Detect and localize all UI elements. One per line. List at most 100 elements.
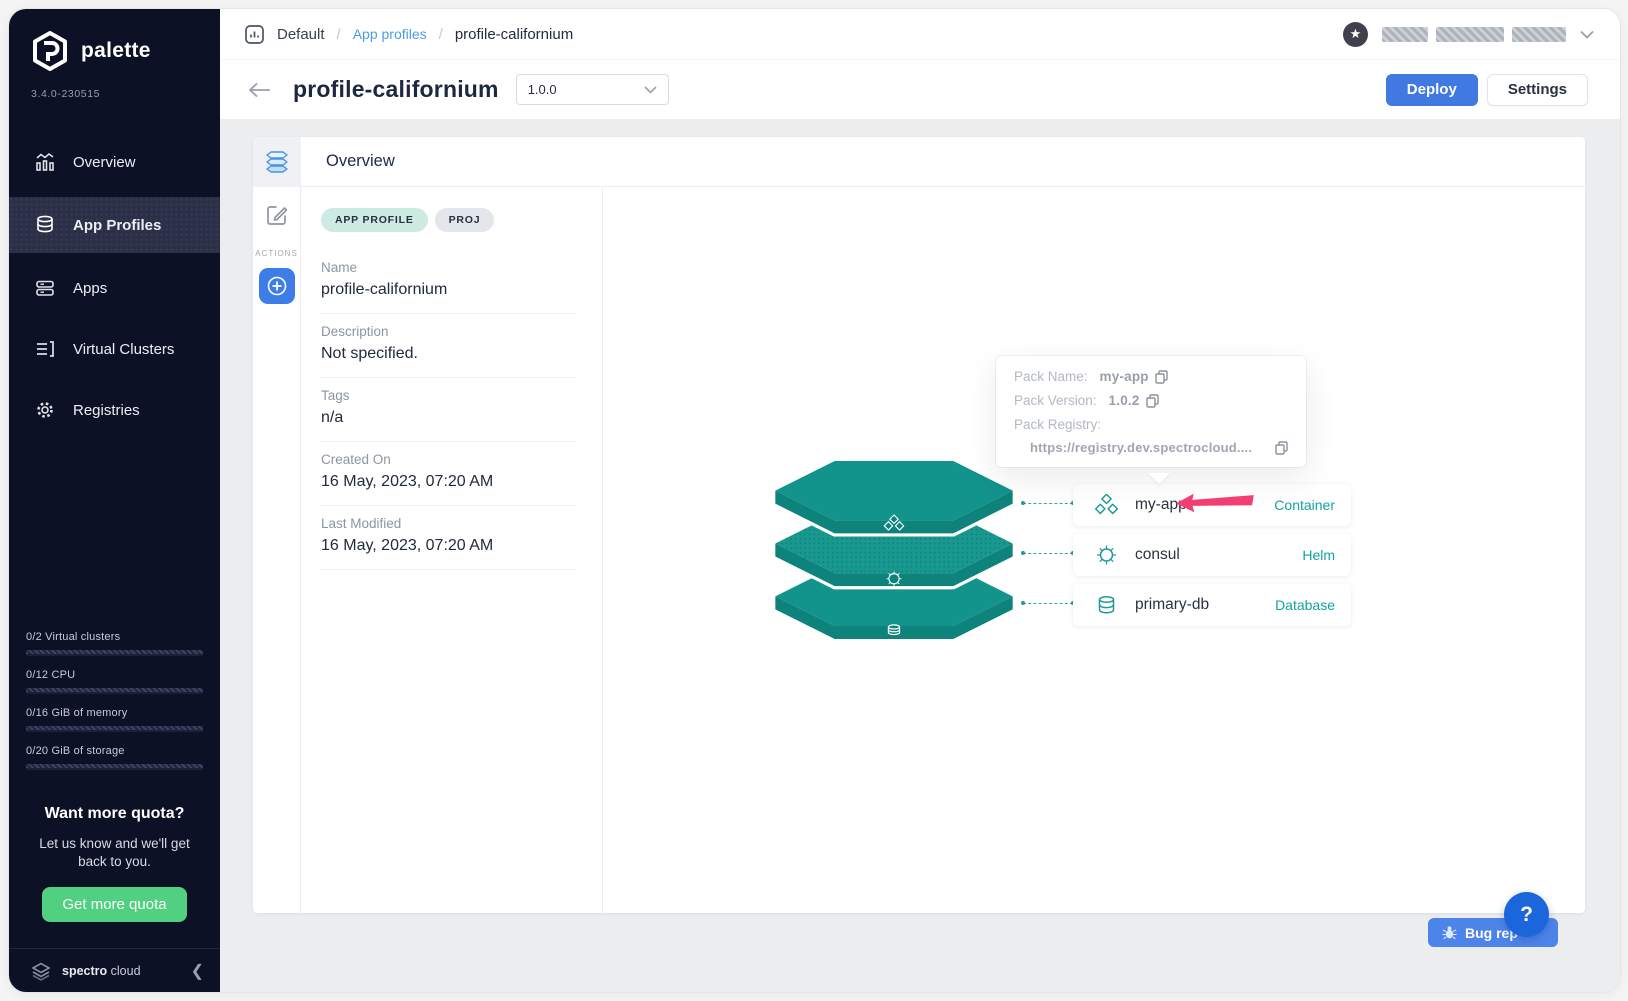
sidebar-collapse-chevron[interactable]: ❮	[191, 961, 204, 981]
helm-icon	[1095, 544, 1118, 566]
page-title: profile-californium	[293, 76, 499, 103]
database-icon	[1095, 594, 1118, 616]
copy-icon[interactable]	[1275, 441, 1288, 455]
version-select-value: 1.0.0	[528, 82, 557, 97]
field-name: Name profile-californium	[321, 250, 576, 314]
back-arrow-icon[interactable]	[248, 82, 271, 98]
field-last-modified: Last Modified 16 May, 2023, 07:20 AM	[321, 506, 576, 570]
copy-icon[interactable]	[1155, 370, 1168, 384]
quota-virtual-clusters: 0/2 Virtual clusters	[26, 631, 203, 656]
breadcrumb-app-profiles-link[interactable]: App profiles	[353, 26, 427, 42]
star-badge-icon[interactable]: ★	[1343, 22, 1368, 47]
pack-registry-value: https://registry.dev.spectrocloud....	[1030, 440, 1252, 455]
spectro-cloud-logo-icon	[29, 960, 53, 982]
tab-overview[interactable]	[253, 137, 301, 187]
sidebar-item-apps[interactable]: Apps	[9, 262, 220, 314]
app-version: 3.4.0-230515	[9, 72, 220, 100]
profile-stack-illustration	[766, 461, 1022, 639]
quota-cpu: 0/12 CPU	[26, 669, 203, 694]
quota-memory: 0/16 GiB of memory	[26, 707, 203, 732]
palette-logo: palette	[9, 9, 220, 72]
profile-diagram: Pack Name: my-app Pack Version: 1.0.2	[603, 187, 1585, 913]
field-tags: Tags n/a	[321, 378, 576, 442]
pack-name-label: Pack Name:	[1014, 369, 1088, 384]
sidebar-item-label: App Profiles	[73, 217, 161, 234]
bug-icon	[1442, 925, 1457, 940]
profile-info-panel: APP PROFILE PROJ Name profile-californiu…	[301, 187, 603, 913]
version-select[interactable]: 1.0.0	[516, 74, 669, 105]
pack-version-label: Pack Version:	[1014, 393, 1097, 408]
annotation-arrow-icon	[1176, 490, 1257, 517]
card-title: Overview	[326, 152, 395, 171]
sidebar-item-overview[interactable]: Overview	[9, 136, 220, 188]
get-more-quota-button[interactable]: Get more quota	[42, 887, 186, 922]
pack-version-value: 1.0.2	[1109, 393, 1140, 408]
promo-title: Want more quota?	[27, 805, 202, 823]
connector-line	[1023, 503, 1073, 504]
stack-layer-container[interactable]	[775, 461, 1012, 533]
breadcrumb: Default / App profiles / profile-califor…	[244, 24, 573, 45]
topbar: Default / App profiles / profile-califor…	[220, 9, 1620, 60]
actions-label: ACTIONS	[255, 249, 298, 258]
chevron-down-icon[interactable]	[1580, 30, 1594, 39]
sidebar-item-label: Overview	[73, 154, 136, 171]
settings-button[interactable]: Settings	[1487, 74, 1588, 106]
account-area: ★	[1343, 22, 1594, 47]
chevron-down-icon	[644, 86, 657, 94]
sidebar-footer: spectro cloud ❮	[9, 948, 220, 992]
apps-icon	[34, 277, 56, 299]
spectro-cloud-wordmark: spectro cloud	[62, 964, 141, 978]
virtual-clusters-icon	[34, 338, 56, 360]
quota-bar	[26, 764, 203, 770]
tooltip-notch	[1148, 473, 1170, 484]
quota-bar	[26, 688, 203, 694]
pack-tooltip: Pack Name: my-app Pack Version: 1.0.2	[996, 356, 1306, 467]
content-area: Overview ACTIONS	[220, 119, 1620, 992]
user-name-redacted	[1382, 27, 1566, 42]
project-icon	[244, 24, 265, 45]
app-profile-badge: APP PROFILE	[321, 208, 428, 232]
layers-icon	[264, 150, 290, 174]
layer-row-primary-db[interactable]: primary-db Database	[1073, 584, 1351, 626]
add-tier-button[interactable]	[259, 268, 295, 304]
actions-strip: ACTIONS	[253, 187, 301, 913]
palette-logo-icon	[29, 30, 71, 72]
help-button[interactable]: ?	[1504, 892, 1549, 937]
plus-icon	[266, 275, 288, 297]
sidebar-item-virtual-clusters[interactable]: Virtual Clusters	[9, 323, 220, 375]
connector-line	[1023, 603, 1073, 604]
sidebar-item-label: Apps	[73, 280, 107, 297]
layer-type: Container	[1274, 497, 1335, 513]
app-profiles-icon	[34, 214, 56, 236]
breadcrumb-project[interactable]: Default	[277, 26, 325, 43]
quota-bar	[26, 650, 203, 656]
quota-storage: 0/20 GiB of storage	[26, 745, 203, 770]
edit-icon[interactable]	[265, 203, 289, 227]
container-icon	[1095, 494, 1118, 516]
layer-row-consul[interactable]: consul Helm	[1073, 534, 1351, 576]
field-created-on: Created On 16 May, 2023, 07:20 AM	[321, 442, 576, 506]
gear-icon	[34, 399, 56, 421]
breadcrumb-current: profile-californium	[455, 26, 573, 43]
quota-section: 0/2 Virtual clusters 0/12 CPU 0/16 GiB o…	[9, 631, 220, 783]
chart-icon	[34, 151, 56, 173]
main-area: Default / App profiles / profile-califor…	[220, 9, 1620, 992]
layer-type: Database	[1275, 597, 1335, 613]
sidebar-item-label: Registries	[73, 402, 140, 419]
sidebar-item-label: Virtual Clusters	[73, 341, 174, 358]
quota-promo: Want more quota? Let us know and we'll g…	[9, 783, 220, 948]
pack-name-value: my-app	[1100, 369, 1149, 384]
sidebar: palette 3.4.0-230515 Overview App P	[9, 9, 220, 992]
copy-icon[interactable]	[1146, 394, 1159, 408]
breadcrumb-separator: /	[439, 26, 443, 43]
brand-name: palette	[81, 39, 151, 63]
scope-badge: PROJ	[435, 208, 495, 232]
sidebar-item-registries[interactable]: Registries	[9, 384, 220, 436]
field-description: Description Not specified.	[321, 314, 576, 378]
app-window: palette 3.4.0-230515 Overview App P	[8, 8, 1621, 993]
sidebar-item-app-profiles[interactable]: App Profiles	[9, 197, 220, 253]
promo-body: Let us know and we'll get back to you.	[27, 835, 202, 871]
quota-bar	[26, 726, 203, 732]
layer-type: Helm	[1302, 547, 1335, 563]
deploy-button[interactable]: Deploy	[1386, 74, 1478, 106]
